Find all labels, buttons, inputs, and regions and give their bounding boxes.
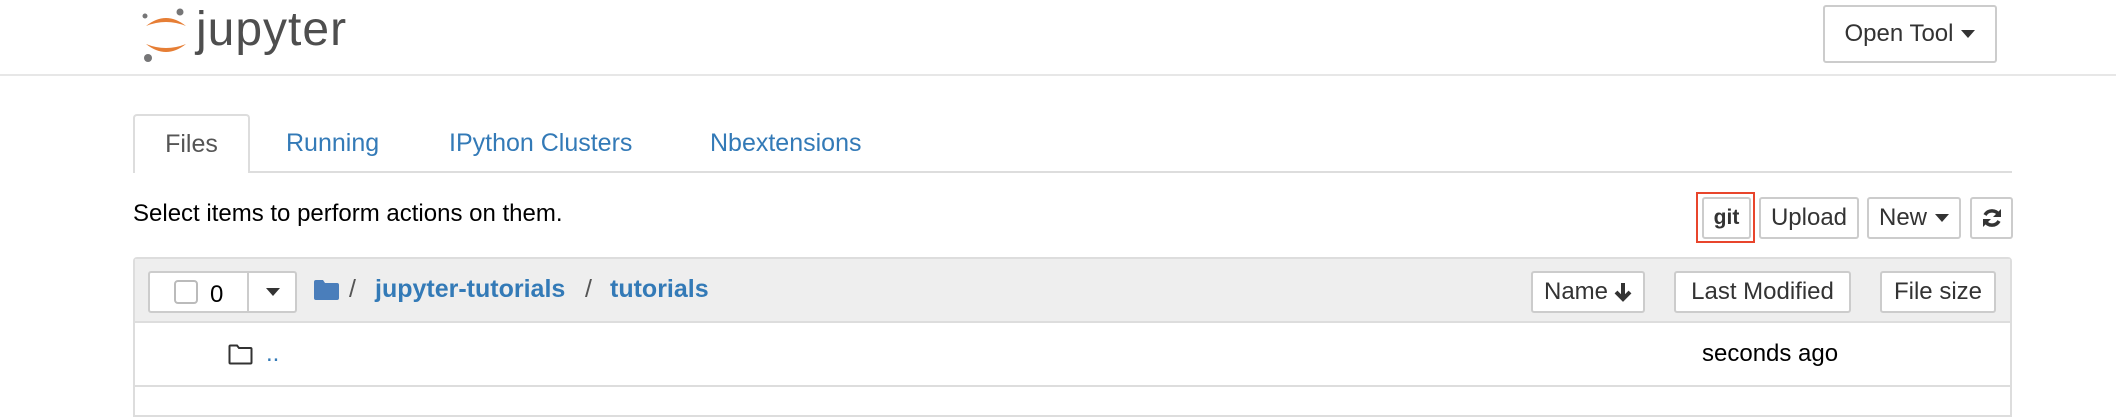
selection-hint: Select items to perform actions on them. — [133, 200, 563, 227]
open-tool-label: Open Tool — [1844, 20, 1954, 47]
header-divider — [0, 74, 2116, 76]
breadcrumb-separator: / — [585, 275, 592, 303]
jupyter-logo-icon — [142, 8, 186, 62]
sort-last-modified-button[interactable]: Last Modified — [1674, 271, 1851, 313]
sort-last-modified-label: Last Modified — [1691, 278, 1834, 305]
caret-down-icon — [266, 288, 280, 296]
table-row[interactable]: .. seconds ago — [135, 323, 2010, 387]
selected-count: 0 — [210, 281, 224, 308]
folder-outline-icon — [228, 344, 253, 365]
jupyter-logo[interactable]: jupyter — [140, 3, 355, 62]
select-all-group: 0 — [148, 271, 297, 313]
select-dropdown-button[interactable] — [247, 273, 297, 311]
sort-file-size-label: File size — [1893, 278, 1983, 305]
sort-name-button[interactable]: Name — [1531, 271, 1645, 313]
tab-bar-line — [133, 171, 2012, 173]
parent-directory-link[interactable]: .. — [266, 340, 279, 368]
last-modified-value: seconds ago — [1702, 340, 1839, 367]
refresh-icon — [1982, 209, 2001, 227]
tab-running[interactable]: Running — [286, 129, 379, 158]
caret-down-icon — [1935, 214, 1949, 222]
caret-down-icon — [1961, 30, 1976, 38]
sort-name-label: Name — [1543, 278, 1609, 305]
new-label: New — [1878, 204, 1927, 231]
new-button[interactable]: New — [1867, 197, 1961, 239]
arrow-down-icon — [1614, 283, 1632, 302]
tab-nbextensions[interactable]: Nbextensions — [710, 129, 861, 158]
breadcrumb-jupyter-tutorials[interactable]: jupyter-tutorials — [375, 275, 565, 304]
breadcrumb-separator: / — [349, 275, 356, 303]
jupyter-logo-text: jupyter — [196, 3, 348, 56]
select-all-checkbox[interactable] — [174, 280, 198, 304]
git-button[interactable]: git — [1702, 197, 1751, 239]
git-label: git — [1713, 206, 1740, 229]
tab-files-label: Files — [165, 130, 218, 158]
upload-label: Upload — [1770, 204, 1848, 231]
tab-files[interactable]: Files — [133, 114, 250, 173]
breadcrumb-tutorials[interactable]: tutorials — [610, 275, 709, 304]
tab-ipython-clusters[interactable]: IPython Clusters — [449, 129, 632, 158]
upload-button[interactable]: Upload — [1759, 197, 1859, 239]
refresh-button[interactable] — [1970, 197, 2013, 239]
folder-icon — [314, 280, 339, 300]
open-tool-button[interactable]: Open Tool — [1823, 5, 1997, 63]
sort-file-size-button[interactable]: File size — [1880, 271, 1996, 313]
